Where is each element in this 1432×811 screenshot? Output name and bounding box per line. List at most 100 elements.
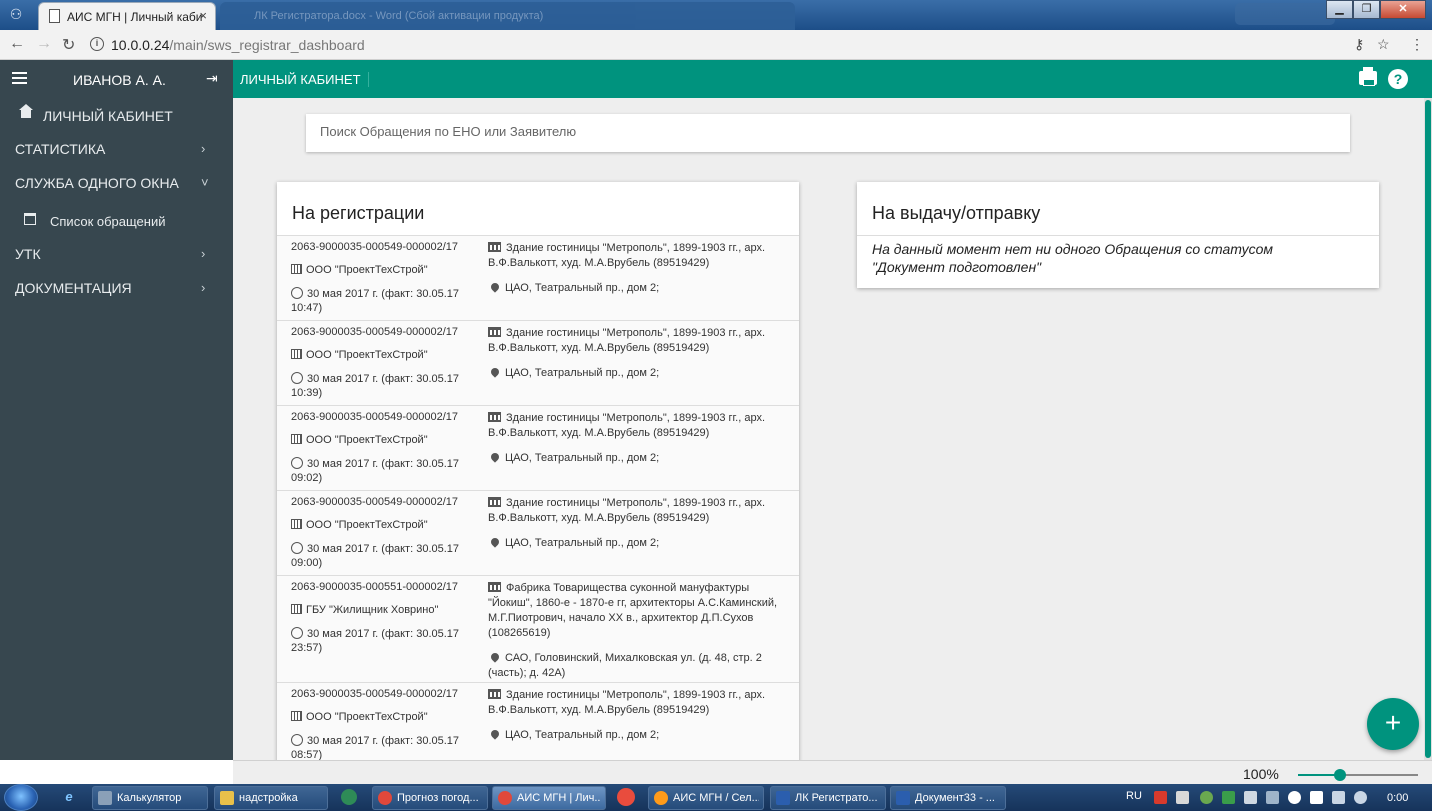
object: Здание гостиницы "Метрополь", 1899-1903 … bbox=[488, 688, 788, 718]
hamburger-menu-icon[interactable] bbox=[12, 72, 27, 84]
taskbar-button[interactable]: Прогноз погод... bbox=[372, 786, 488, 810]
page-icon bbox=[49, 9, 60, 23]
sidebar-item-statistics[interactable]: СТАТИСТИКА bbox=[15, 141, 105, 157]
museum-icon bbox=[488, 412, 501, 422]
volume-icon[interactable] bbox=[1354, 791, 1367, 804]
tab-background[interactable] bbox=[1235, 3, 1335, 25]
key-icon[interactable]: ⚷ bbox=[1354, 36, 1364, 53]
logout-icon[interactable]: ⇥ bbox=[206, 70, 218, 87]
taskbar-button[interactable]: Документ33 - ... bbox=[890, 786, 1006, 810]
taskbar-button-label: ЛК Регистрато... bbox=[795, 792, 878, 804]
browser-icon bbox=[654, 791, 668, 805]
date: 30 мая 2017 г. (факт: 30.05.17 09:00) bbox=[291, 542, 481, 570]
top-header: ЛИЧНЫЙ КАБИНЕТ ? bbox=[233, 60, 1432, 98]
add-button[interactable]: + bbox=[1367, 698, 1419, 750]
back-icon[interactable]: ← bbox=[9, 35, 25, 53]
taskbar-button[interactable]: надстройка bbox=[214, 786, 328, 810]
username: ИВАНОВ А. А. bbox=[73, 72, 166, 88]
list-item[interactable]: 2063-9000035-000551-000002/17 ГБУ "Жилищ… bbox=[277, 576, 799, 683]
outgoing-card: На выдачу/отправку На данный момент нет … bbox=[857, 182, 1379, 288]
clock-icon bbox=[291, 627, 303, 639]
date-text: 30 мая 2017 г. (факт: 30.05.17 10:39) bbox=[291, 373, 460, 399]
maximize-button[interactable]: ❐ bbox=[1353, 0, 1380, 19]
sidebar-item-one-window[interactable]: СЛУЖБА ОДНОГО ОКНА bbox=[15, 175, 179, 191]
tray-shield-icon[interactable] bbox=[1288, 791, 1301, 804]
tab-title: АИС МГН | Личный каби bbox=[67, 10, 203, 24]
date: 30 мая 2017 г. (факт: 30.05.17 23:57) bbox=[291, 627, 481, 655]
calendar-icon bbox=[24, 213, 36, 225]
eno-number: 2063-9000035-000549-000002/17 bbox=[291, 688, 458, 700]
eno-number: 2063-9000035-000549-000002/17 bbox=[291, 241, 458, 253]
tab-active[interactable]: АИС МГН | Личный каби × bbox=[38, 2, 216, 30]
breadcrumb[interactable]: ЛИЧНЫЙ КАБИНЕТ bbox=[240, 72, 369, 87]
museum-icon bbox=[488, 689, 501, 699]
org-name: ООО "ПроектТехСтрой" bbox=[291, 711, 428, 723]
taskbar-button[interactable]: Калькулятор bbox=[92, 786, 208, 810]
list-item[interactable]: 2063-9000035-000549-000002/17 ООО "Проек… bbox=[277, 491, 799, 576]
sidebar-item-documentation[interactable]: ДОКУМЕНТАЦИЯ bbox=[15, 280, 132, 296]
scrollbar-thumb[interactable] bbox=[1425, 100, 1431, 758]
address-text: ЦАО, Театральный пр., дом 2; bbox=[505, 729, 660, 741]
status-bar: 100% bbox=[233, 760, 1432, 784]
eno-number: 2063-9000035-000549-000002/17 bbox=[291, 411, 458, 423]
zoom-slider[interactable] bbox=[1298, 769, 1418, 781]
zoom-slider-handle[interactable] bbox=[1334, 769, 1346, 781]
ie-icon[interactable]: e bbox=[60, 788, 78, 806]
chrome-icon bbox=[498, 791, 512, 805]
tray-flag-icon[interactable] bbox=[1310, 791, 1323, 804]
word-icon bbox=[896, 791, 910, 805]
scrollbar[interactable] bbox=[1424, 98, 1432, 760]
yandex-icon[interactable] bbox=[617, 788, 635, 806]
clock-icon bbox=[291, 372, 303, 384]
tab-inactive[interactable]: ЛК Регистратора.docx - Word (Сбой актива… bbox=[220, 2, 795, 30]
object: Здание гостиницы "Метрополь", 1899-1903 … bbox=[488, 326, 788, 356]
star-icon[interactable]: ☆ bbox=[1377, 36, 1390, 53]
minimize-button[interactable]: ▁ bbox=[1326, 0, 1353, 19]
close-window-button[interactable]: ✕ bbox=[1380, 0, 1426, 19]
url-field[interactable]: i 10.0.0.24/main/sws_registrar_dashboard bbox=[88, 33, 1398, 57]
org-text: ООО "ПроектТехСтрой" bbox=[306, 434, 428, 446]
user-bar: ИВАНОВ А. А. ⇥ bbox=[0, 60, 233, 98]
org-name: ООО "ПроектТехСтрой" bbox=[291, 349, 428, 361]
building-icon bbox=[291, 349, 302, 359]
help-icon[interactable]: ? bbox=[1388, 69, 1408, 89]
close-tab-icon[interactable]: × bbox=[199, 8, 207, 23]
location-pin-icon bbox=[489, 536, 501, 548]
sidebar-item-utk[interactable]: УТК bbox=[15, 246, 41, 262]
tray-pdf-icon[interactable] bbox=[1176, 791, 1189, 804]
language-indicator[interactable]: RU bbox=[1126, 790, 1142, 802]
forward-icon[interactable]: → bbox=[36, 35, 52, 53]
tray-monitor-icon[interactable] bbox=[1332, 791, 1345, 804]
profile-icon[interactable]: ⚇ bbox=[2, 3, 30, 27]
start-button[interactable] bbox=[4, 784, 38, 811]
date: 30 мая 2017 г. (факт: 30.05.17 08:57) bbox=[291, 734, 481, 760]
list-item[interactable]: 2063-9000035-000549-000002/17 ООО "Проек… bbox=[277, 236, 799, 321]
building-icon bbox=[291, 711, 302, 721]
list-item[interactable]: 2063-9000035-000549-000002/17 ООО "Проек… bbox=[277, 321, 799, 406]
clock[interactable]: 0:00 bbox=[1387, 792, 1408, 804]
print-icon[interactable] bbox=[1359, 67, 1377, 86]
taskbar-button-label: АИС МГН / Сел... bbox=[673, 792, 759, 804]
taskbar-button-label: надстройка bbox=[239, 792, 298, 804]
list-item[interactable]: 2063-9000035-000549-000002/17 ООО "Проек… bbox=[277, 406, 799, 491]
reload-icon[interactable]: ↻ bbox=[62, 35, 75, 55]
taskbar-button[interactable]: ЛК Регистрато... bbox=[770, 786, 886, 810]
tray-app-icon[interactable] bbox=[1154, 791, 1167, 804]
date-text: 30 мая 2017 г. (факт: 30.05.17 09:02) bbox=[291, 458, 460, 484]
tray-security-icon[interactable] bbox=[1222, 791, 1235, 804]
address-text: ЦАО, Театральный пр., дом 2; bbox=[505, 537, 660, 549]
location-pin-icon bbox=[489, 451, 501, 463]
menu-dots-icon[interactable]: ⋮ bbox=[1410, 36, 1424, 53]
folder-icon bbox=[220, 791, 234, 805]
clock-icon bbox=[291, 734, 303, 746]
info-icon[interactable]: i bbox=[90, 37, 104, 51]
app-icon[interactable] bbox=[341, 789, 357, 805]
tray-device-icon[interactable] bbox=[1266, 791, 1279, 804]
taskbar-button[interactable]: АИС МГН / Сел... bbox=[648, 786, 764, 810]
search-input[interactable] bbox=[320, 124, 1320, 139]
tray-network-icon[interactable] bbox=[1200, 791, 1213, 804]
tray-user-icon[interactable] bbox=[1244, 791, 1257, 804]
object-text: Здание гостиницы "Метрополь", 1899-1903 … bbox=[488, 327, 766, 354]
list-item[interactable]: 2063-9000035-000549-000002/17 ООО "Проек… bbox=[277, 683, 799, 760]
taskbar-button[interactable]: АИС МГН | Лич... bbox=[492, 786, 606, 810]
